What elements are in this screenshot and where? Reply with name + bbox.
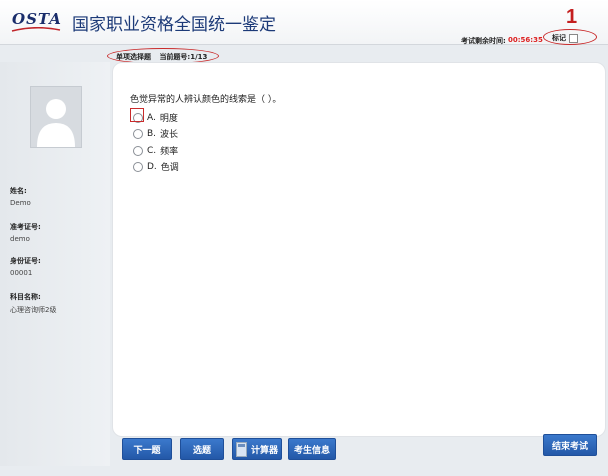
next-question-label: 下一题 <box>133 445 161 456</box>
option-a-letter: A. <box>147 112 156 123</box>
info-id: 身份证号: 00001 <box>10 256 41 277</box>
timer-value: 00:56:35 <box>508 36 543 44</box>
option-b[interactable]: B. 波长 <box>133 127 178 140</box>
option-d-text: 色调 <box>160 163 179 173</box>
candidate-info-label: 考生信息 <box>293 445 330 456</box>
avatar-placeholder-icon <box>37 99 75 147</box>
option-d[interactable]: D. 色调 <box>133 160 179 173</box>
info-subject: 科目名称: 心理咨询师2级 <box>10 292 56 315</box>
info-name-label: 姓名: <box>10 187 27 195</box>
next-question-button[interactable]: 下一题 <box>122 438 172 460</box>
info-id-label: 身份证号: <box>10 257 41 265</box>
logo-swoosh-icon <box>11 27 61 32</box>
info-admission: 准考证号: demo <box>10 222 41 243</box>
option-b-text: 波长 <box>160 130 179 140</box>
annotation-number: 1 <box>566 6 578 28</box>
option-c-text: 频率 <box>160 147 179 157</box>
timer-label: 考试剩余时间: <box>461 37 506 45</box>
candidate-info-button[interactable]: 考生信息 <box>288 438 336 460</box>
annotation-circle-mark <box>543 29 597 45</box>
option-c[interactable]: C. 频率 <box>133 144 178 157</box>
option-a-text: 明度 <box>159 114 178 124</box>
info-name-value: Demo <box>10 199 31 207</box>
calculator-label: 计算器 <box>250 445 278 456</box>
option-d-radio[interactable] <box>133 161 143 172</box>
select-question-label: 选题 <box>192 445 211 456</box>
finish-exam-label: 结束考试 <box>551 441 588 452</box>
avatar <box>30 86 82 148</box>
option-b-letter: B. <box>147 128 157 139</box>
option-a-annotation-box <box>130 108 144 122</box>
question-panel <box>112 62 606 437</box>
option-b-radio[interactable] <box>133 128 143 139</box>
info-name: 姓名: Demo <box>10 186 31 207</box>
finish-exam-button[interactable]: 结束考试 <box>543 434 597 456</box>
info-subject-label: 科目名称: <box>10 293 41 301</box>
calculator-icon <box>235 441 247 457</box>
select-question-button[interactable]: 选题 <box>180 438 224 460</box>
info-admission-value: demo <box>10 235 30 243</box>
app-title: 国家职业资格全国统一鉴定 <box>72 15 276 35</box>
calculator-button[interactable]: 计算器 <box>232 438 282 460</box>
option-c-radio[interactable] <box>133 145 143 156</box>
option-c-letter: C. <box>147 145 157 156</box>
question-text: 色觉异常的人辨认颜色的线索是（ ）。 <box>130 95 282 105</box>
option-d-letter: D. <box>147 161 157 172</box>
info-id-value: 00001 <box>10 269 33 277</box>
info-admission-label: 准考证号: <box>10 223 41 231</box>
info-subject-value: 心理咨询师2级 <box>10 306 57 314</box>
